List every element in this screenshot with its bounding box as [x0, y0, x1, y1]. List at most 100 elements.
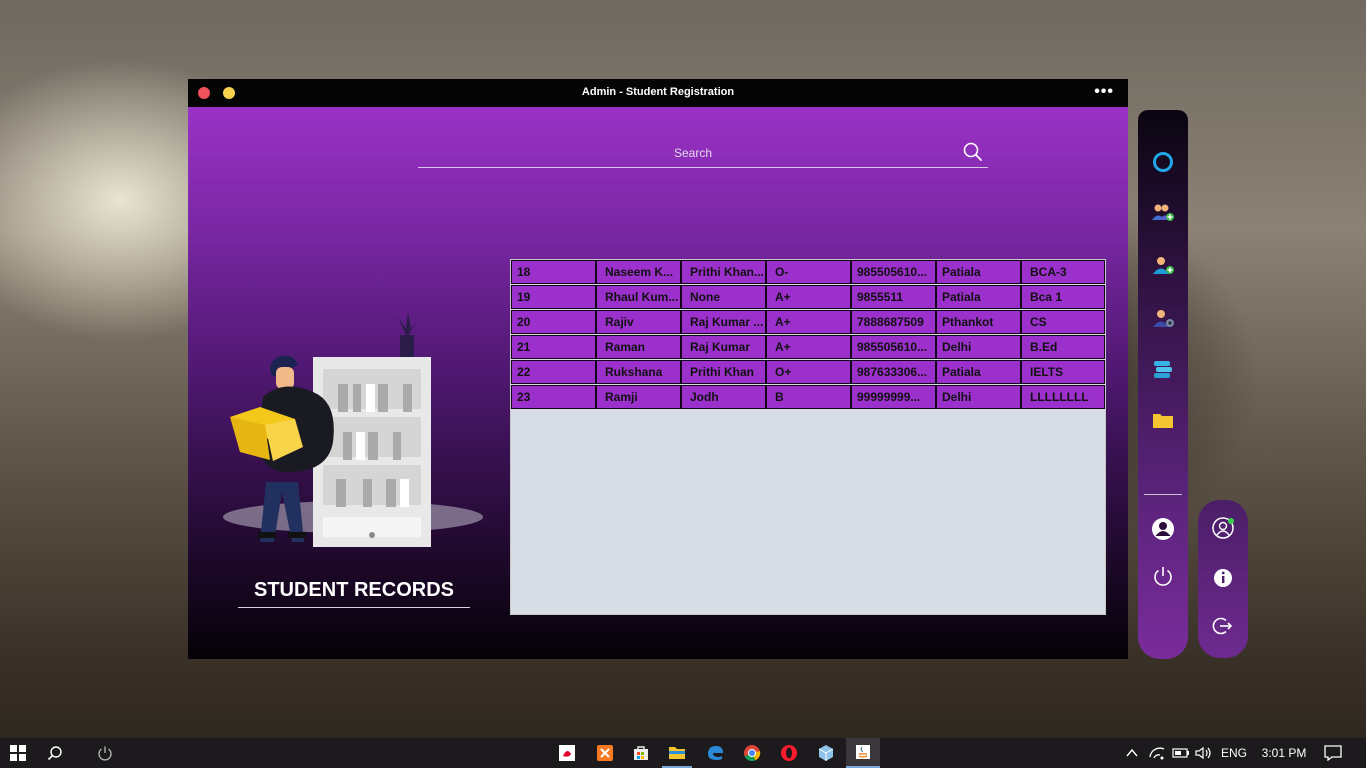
wifi-icon: [1149, 747, 1165, 760]
cell-father-name[interactable]: Prithi Khan: [681, 360, 766, 384]
cell-id[interactable]: 22: [511, 360, 596, 384]
cell-phone[interactable]: 9855511: [851, 285, 936, 309]
cell-id[interactable]: 20: [511, 310, 596, 334]
add-user-icon[interactable]: [1151, 253, 1175, 277]
taskbar-app[interactable]: [590, 738, 620, 768]
records-title-underline: [238, 607, 470, 608]
taskbar-app[interactable]: [811, 738, 841, 768]
taskbar-app-active[interactable]: [846, 738, 880, 768]
chevron-up-icon: [1126, 748, 1138, 757]
cell-blood-group[interactable]: B: [766, 385, 851, 409]
cell-city[interactable]: Patiala: [936, 260, 1021, 284]
sidebar-divider: [1144, 494, 1182, 495]
records-table[interactable]: 18 Naseem K... Prithi Khan... O- 985505610..…: [510, 259, 1106, 615]
battery-tray[interactable]: [1170, 738, 1192, 768]
power-taskbar-button[interactable]: [90, 738, 120, 768]
power-icon[interactable]: [1151, 564, 1175, 588]
folder-icon[interactable]: [1151, 408, 1175, 432]
cell-blood-group[interactable]: A+: [766, 285, 851, 309]
box-icon: [818, 745, 834, 761]
cell-city[interactable]: Delhi: [936, 385, 1021, 409]
clock[interactable]: 3:01 PM: [1256, 738, 1312, 768]
notifications-button[interactable]: [1318, 738, 1348, 768]
student-reading-illustration: [223, 312, 483, 547]
table-row[interactable]: 22 Rukshana Prithi Khan O+ 987633306... Patia…: [511, 360, 1105, 385]
search-input[interactable]: Search: [418, 146, 968, 160]
taskbar-app[interactable]: [737, 738, 767, 768]
cell-id[interactable]: 23: [511, 385, 596, 409]
taskbar-app[interactable]: [662, 738, 692, 768]
taskbar-app[interactable]: [626, 738, 656, 768]
language-indicator[interactable]: ENG: [1218, 738, 1250, 768]
cell-phone[interactable]: 985505610...: [851, 260, 936, 284]
window-content: Search STUDENT RECORDS 18 Naseem K... Pr…: [188, 107, 1128, 659]
table-row[interactable]: 18 Naseem K... Prithi Khan... O- 985505610..…: [511, 260, 1105, 285]
cell-blood-group[interactable]: O-: [766, 260, 851, 284]
start-button[interactable]: [0, 738, 36, 768]
cell-blood-group[interactable]: A+: [766, 310, 851, 334]
more-options-button[interactable]: •••: [1094, 83, 1114, 101]
cell-course[interactable]: B.Ed: [1021, 335, 1105, 359]
profile-icon[interactable]: [1151, 517, 1175, 541]
cell-father-name[interactable]: Jodh: [681, 385, 766, 409]
cell-student-name[interactable]: Naseem K...: [596, 260, 681, 284]
logout-icon[interactable]: [1211, 614, 1235, 638]
search-underline: [418, 167, 988, 168]
cell-blood-group[interactable]: O+: [766, 360, 851, 384]
airtel-icon: [559, 745, 575, 761]
search-taskbar-button[interactable]: [36, 738, 74, 768]
cell-blood-group[interactable]: A+: [766, 335, 851, 359]
cell-course[interactable]: IELTS: [1021, 360, 1105, 384]
cell-student-name[interactable]: Rajiv: [596, 310, 681, 334]
volume-tray[interactable]: [1193, 738, 1215, 768]
cell-father-name[interactable]: Prithi Khan...: [681, 260, 766, 284]
taskbar: ENG 3:01 PM: [0, 738, 1366, 768]
cell-phone[interactable]: 99999999...: [851, 385, 936, 409]
taskbar-app[interactable]: [552, 738, 582, 768]
search-icon[interactable]: [962, 141, 984, 163]
cell-course[interactable]: LLLLLLLL: [1021, 385, 1105, 409]
cell-student-name[interactable]: Rhaul Kum...: [596, 285, 681, 309]
user-circle-icon[interactable]: [1211, 516, 1235, 540]
cell-course[interactable]: Bca 1: [1021, 285, 1105, 309]
table-row[interactable]: 20 Rajiv Raj Kumar ... A+ 7888687509 Pthankot…: [511, 310, 1105, 335]
battery-icon: [1172, 748, 1189, 758]
cell-student-name[interactable]: Raman: [596, 335, 681, 359]
table-row[interactable]: 21 Raman Raj Kumar A+ 985505610... Delhi B.Ed: [511, 335, 1105, 360]
cell-phone[interactable]: 985505610...: [851, 335, 936, 359]
cell-father-name[interactable]: Raj Kumar ...: [681, 310, 766, 334]
cortana-icon[interactable]: [1151, 150, 1175, 174]
cell-city[interactable]: Pthankot: [936, 310, 1021, 334]
cell-id[interactable]: 19: [511, 285, 596, 309]
books-icon[interactable]: [1151, 357, 1175, 381]
tray-overflow-button[interactable]: [1122, 738, 1142, 768]
cell-course[interactable]: CS: [1021, 310, 1105, 334]
add-group-icon[interactable]: [1151, 200, 1175, 224]
cell-city[interactable]: Patiala: [936, 360, 1021, 384]
cell-city[interactable]: Delhi: [936, 335, 1021, 359]
cell-course[interactable]: BCA-3: [1021, 260, 1105, 284]
taskbar-app[interactable]: [774, 738, 804, 768]
volume-icon: [1195, 746, 1211, 760]
info-icon[interactable]: [1211, 566, 1235, 590]
cell-phone[interactable]: 987633306...: [851, 360, 936, 384]
cell-student-name[interactable]: Rukshana: [596, 360, 681, 384]
windows-icon: [10, 745, 26, 761]
user-settings-icon[interactable]: [1151, 306, 1175, 330]
table-row[interactable]: 23 Ramji Jodh B 99999999... Delhi LLLLLLLL: [511, 385, 1105, 410]
notification-icon: [1324, 745, 1342, 761]
network-tray[interactable]: [1146, 738, 1168, 768]
cell-city[interactable]: Patiala: [936, 285, 1021, 309]
cell-id[interactable]: 21: [511, 335, 596, 359]
table-row[interactable]: 19 Rhaul Kum... None A+ 9855511 Patiala Bca 1: [511, 285, 1105, 310]
cell-student-name[interactable]: Ramji: [596, 385, 681, 409]
cell-father-name[interactable]: Raj Kumar: [681, 335, 766, 359]
edge-icon: [708, 746, 723, 760]
main-window: Admin - Student Registration ••• Search: [188, 79, 1128, 659]
cell-father-name[interactable]: None: [681, 285, 766, 309]
cell-phone[interactable]: 7888687509: [851, 310, 936, 334]
window-title: Admin - Student Registration: [581, 86, 735, 98]
taskbar-app[interactable]: [700, 738, 730, 768]
cell-id[interactable]: 18: [511, 260, 596, 284]
title-bar[interactable]: Admin - Student Registration •••: [188, 79, 1128, 107]
